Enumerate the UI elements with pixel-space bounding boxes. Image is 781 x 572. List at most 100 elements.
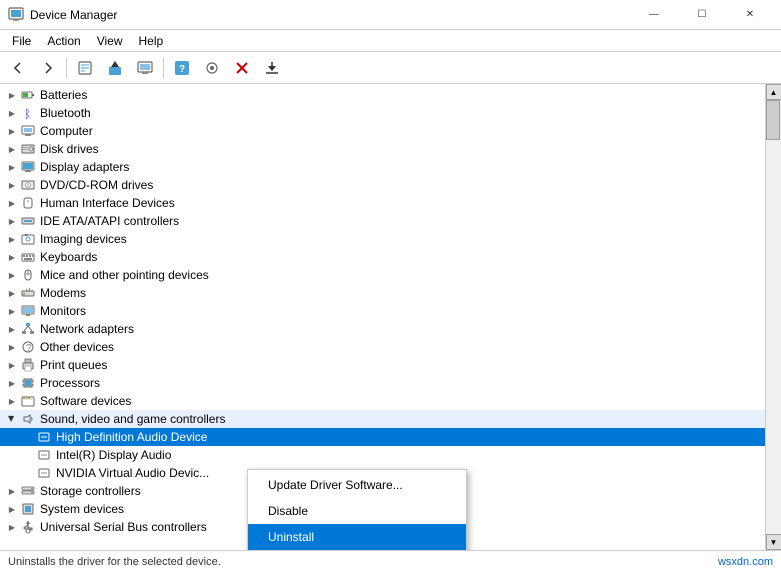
- tree-item-hid[interactable]: ▶ Human Interface Devices: [0, 194, 765, 212]
- expand-keyboards[interactable]: ▶: [4, 249, 20, 265]
- menu-view[interactable]: View: [89, 32, 131, 50]
- expand-bluetooth[interactable]: ▶: [4, 105, 20, 121]
- expand-sound[interactable]: ▶: [4, 411, 20, 427]
- menu-help[interactable]: Help: [131, 32, 172, 50]
- expand-computer[interactable]: ▶: [4, 123, 20, 139]
- tree-item-processors[interactable]: ▶ Processors: [0, 374, 765, 392]
- usb-label: Universal Serial Bus controllers: [40, 520, 207, 534]
- audio-icon-hd: [36, 429, 52, 445]
- tree-item-mice[interactable]: ▶ Mice and other pointing devices: [0, 266, 765, 284]
- maximize-button[interactable]: ☐: [679, 0, 725, 30]
- expand-processors[interactable]: ▶: [4, 375, 20, 391]
- expand-modems[interactable]: ▶: [4, 285, 20, 301]
- tree-item-intel-display[interactable]: Intel(R) Display Audio: [0, 446, 765, 464]
- tree-item-sound[interactable]: ▶ Sound, video and game controllers: [0, 410, 765, 428]
- imaging-label: Imaging devices: [40, 232, 127, 246]
- tree-view[interactable]: ▶ Batteries ▶ ᛒ Bluetooth ▶ Computer ▶: [0, 84, 765, 550]
- expand-disk[interactable]: ▶: [4, 141, 20, 157]
- expand-print[interactable]: ▶: [4, 357, 20, 373]
- menu-bar: File Action View Help: [0, 30, 781, 52]
- expand-dvd[interactable]: ▶: [4, 177, 20, 193]
- menu-action[interactable]: Action: [39, 32, 88, 50]
- tree-item-network[interactable]: ▶ Network adapters: [0, 320, 765, 338]
- tree-item-computer[interactable]: ▶ Computer: [0, 122, 765, 140]
- scroll-down-button[interactable]: ▼: [766, 534, 781, 550]
- window-title: Device Manager: [30, 8, 117, 22]
- tree-item-other[interactable]: ▶ ? Other devices: [0, 338, 765, 356]
- tree-item-disk[interactable]: ▶ Disk drives: [0, 140, 765, 158]
- computer-icon: [20, 123, 36, 139]
- tree-item-monitors[interactable]: ▶ Monitors: [0, 302, 765, 320]
- context-menu-disable[interactable]: Disable: [248, 498, 466, 524]
- expand-hd-audio[interactable]: [20, 429, 36, 445]
- dvd-icon: [20, 177, 36, 193]
- processors-label: Processors: [40, 376, 100, 390]
- action-button[interactable]: [198, 55, 226, 81]
- expand-software[interactable]: ▶: [4, 393, 20, 409]
- scrollbar[interactable]: ▲ ▼: [765, 84, 781, 550]
- tree-item-display[interactable]: ▶ Display adapters: [0, 158, 765, 176]
- tree-item-keyboards[interactable]: ▶ Keyboards: [0, 248, 765, 266]
- storage-icon: [20, 483, 36, 499]
- mice-label: Mice and other pointing devices: [40, 268, 209, 282]
- expand-storage[interactable]: ▶: [4, 483, 20, 499]
- expand-usb[interactable]: ▶: [4, 519, 20, 535]
- keyboard-icon: [20, 249, 36, 265]
- back-button[interactable]: [4, 55, 32, 81]
- context-menu-uninstall[interactable]: Uninstall: [248, 524, 466, 550]
- download-button[interactable]: [258, 55, 286, 81]
- modem-icon: [20, 285, 36, 301]
- svg-text:ᛒ: ᛒ: [24, 107, 31, 120]
- modems-label: Modems: [40, 286, 86, 300]
- context-menu: Update Driver Software... Disable Uninst…: [247, 469, 467, 550]
- properties-button[interactable]: [71, 55, 99, 81]
- tree-item-print[interactable]: ▶ Print queues: [0, 356, 765, 374]
- tree-item-hd-audio[interactable]: High Definition Audio Device: [0, 428, 765, 446]
- sound-label: Sound, video and game controllers: [40, 412, 225, 426]
- display-icon: [20, 159, 36, 175]
- minimize-button[interactable]: —: [631, 0, 677, 30]
- title-bar: Device Manager — ☐ ✕: [0, 0, 781, 30]
- tree-item-batteries[interactable]: ▶ Batteries: [0, 86, 765, 104]
- imaging-icon: [20, 231, 36, 247]
- help-button[interactable]: ?: [168, 55, 196, 81]
- tree-item-ide[interactable]: ▶ IDE ATA/ATAPI controllers: [0, 212, 765, 230]
- expand-ide[interactable]: ▶: [4, 213, 20, 229]
- update-driver-button[interactable]: [101, 55, 129, 81]
- intel-display-label: Intel(R) Display Audio: [56, 448, 171, 462]
- tree-item-imaging[interactable]: ▶ Imaging devices: [0, 230, 765, 248]
- expand-network[interactable]: ▶: [4, 321, 20, 337]
- expand-nvidia[interactable]: [20, 465, 36, 481]
- expand-mice[interactable]: ▶: [4, 267, 20, 283]
- context-menu-update-driver[interactable]: Update Driver Software...: [248, 472, 466, 498]
- scroll-track[interactable]: [766, 100, 781, 534]
- tree-item-dvd[interactable]: ▶ DVD/CD-ROM drives: [0, 176, 765, 194]
- system-label: System devices: [40, 502, 124, 516]
- expand-monitors[interactable]: ▶: [4, 303, 20, 319]
- tree-item-bluetooth[interactable]: ▶ ᛒ Bluetooth: [0, 104, 765, 122]
- tree-item-software[interactable]: ▶ Software devices: [0, 392, 765, 410]
- expand-display[interactable]: ▶: [4, 159, 20, 175]
- display-label: Display adapters: [40, 160, 129, 174]
- menu-file[interactable]: File: [4, 32, 39, 50]
- storage-label: Storage controllers: [40, 484, 141, 498]
- screen-button[interactable]: [131, 55, 159, 81]
- expand-imaging[interactable]: ▶: [4, 231, 20, 247]
- computer-label: Computer: [40, 124, 93, 138]
- expand-batteries[interactable]: ▶: [4, 87, 20, 103]
- expand-other[interactable]: ▶: [4, 339, 20, 355]
- network-icon: [20, 321, 36, 337]
- hid-icon: [20, 195, 36, 211]
- other-icon: ?: [20, 339, 36, 355]
- print-label: Print queues: [40, 358, 107, 372]
- remove-button[interactable]: [228, 55, 256, 81]
- scroll-up-button[interactable]: ▲: [766, 84, 781, 100]
- close-button[interactable]: ✕: [727, 0, 773, 30]
- expand-hid[interactable]: ▶: [4, 195, 20, 211]
- scroll-thumb[interactable]: [766, 100, 780, 140]
- expand-system[interactable]: ▶: [4, 501, 20, 517]
- forward-button[interactable]: [34, 55, 62, 81]
- tree-item-modems[interactable]: ▶ Modems: [0, 284, 765, 302]
- bluetooth-icon: ᛒ: [20, 105, 36, 121]
- expand-intel-display[interactable]: [20, 447, 36, 463]
